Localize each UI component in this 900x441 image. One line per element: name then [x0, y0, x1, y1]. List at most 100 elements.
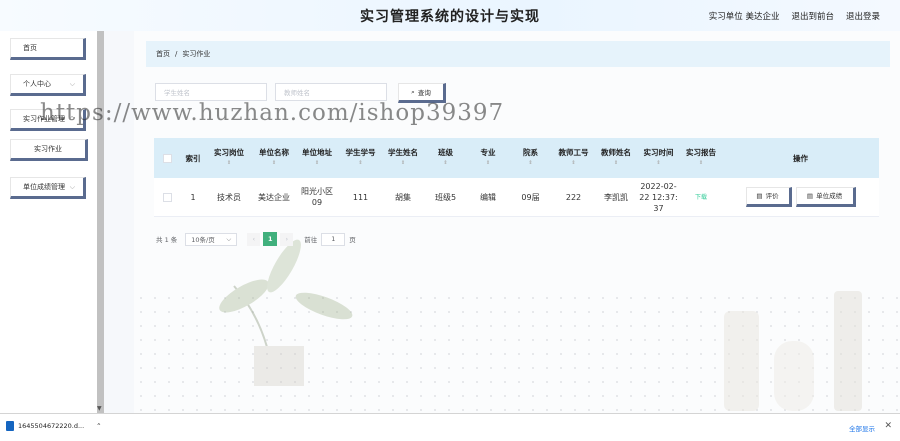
evaluate-button[interactable]: ▤ 评价 [745, 187, 792, 207]
current-page-button[interactable]: 1 [263, 232, 278, 246]
cell-address: 阳光小区09 [301, 187, 333, 207]
next-page-button[interactable]: › [280, 232, 294, 246]
main-panel: 首页 / 实习作业 学生姓名 教师姓名 ⌕ 查询 索引 实习岗位 ⇕ 单位名称 ⇕ … [134, 31, 900, 413]
top-bar: 实习管理系统的设计与实现 实习单位 美达企业 退出到前台 退出登录 [0, 0, 900, 32]
column-header-time[interactable]: 实习时间 ⇕ [637, 138, 680, 178]
column-header-student-no[interactable]: 学生学号 ⇕ [339, 138, 382, 178]
sort-icon[interactable]: ⇕ [486, 158, 490, 169]
page-unit-label: 页 [349, 236, 356, 244]
sidebar-scrollbar[interactable] [97, 31, 104, 413]
breadcrumb-home[interactable]: 首页 [156, 49, 170, 59]
column-label: 操作 [793, 153, 808, 163]
column-label: 学生姓名 [388, 148, 418, 157]
column-label: 专业 [480, 148, 496, 157]
select-all-checkbox[interactable] [163, 153, 172, 163]
sidebar-item-home[interactable]: 首页 [10, 38, 86, 60]
evaluate-button-label: 评价 [765, 191, 779, 200]
column-header-company[interactable]: 单位名称 ⇕ [253, 138, 295, 178]
column-header-actions: 操作 [722, 138, 879, 178]
column-header-position[interactable]: 实习岗位 ⇕ [205, 138, 253, 178]
teacher-name-input[interactable]: 教师姓名 [275, 83, 387, 101]
chevron-down-icon: ⌵ [69, 183, 75, 191]
goto-page-input[interactable]: 1 [321, 232, 346, 246]
page-size-select[interactable]: 10条/页 ⌵ [185, 232, 238, 246]
chevron-down-icon: ⌵ [226, 234, 232, 243]
search-icon: ⌕ [411, 87, 415, 96]
sidebar-item-homework[interactable]: 实习作业 [10, 139, 88, 161]
close-icon[interactable]: ✕ [884, 421, 892, 431]
column-label: 索引 [185, 153, 201, 163]
sort-icon[interactable]: ⇕ [656, 158, 660, 169]
column-label: 班级 [438, 148, 453, 157]
sort-icon[interactable]: ⇕ [699, 158, 703, 169]
vases-decoration [724, 291, 862, 411]
scroll-down-arrow-icon[interactable]: ▼ [97, 405, 102, 412]
download-bar: 1645504672220.d... ⌃ 全部显示 ✕ [0, 413, 900, 441]
content-area: 首页 / 实习作业 学生姓名 教师姓名 ⌕ 查询 索引 实习岗位 ⇕ 单位名称 ⇕ … [104, 31, 900, 413]
column-header-teacher-name[interactable]: 教师姓名 ⇕ [595, 138, 637, 178]
sort-icon[interactable]: ⇕ [272, 158, 276, 169]
column-label: 实习时间 [643, 148, 674, 157]
sort-icon[interactable]: ⇕ [528, 158, 532, 169]
document-icon: ▤ [806, 191, 814, 200]
column-header-class[interactable]: 班级 ⇕ [424, 138, 467, 178]
column-label: 学生学号 [345, 148, 376, 157]
cell-actions: ▤ 评价 ▤ 单位成绩 [722, 178, 879, 216]
column-label: 实习岗位 [214, 148, 244, 157]
column-header-teacher-no[interactable]: 教师工号 ⇕ [552, 138, 595, 178]
cell-teacher-no: 222 [565, 192, 582, 202]
downloaded-file[interactable]: 1645504672220.d... ⌃ [6, 421, 102, 431]
sort-icon[interactable]: ⇕ [401, 158, 405, 169]
file-icon [6, 421, 14, 431]
chevron-down-icon: ⌵ [69, 80, 75, 88]
sidebar-item-label: 首页 [23, 44, 37, 52]
cell-student-no: 111 [352, 192, 369, 202]
total-count: 共 1 条 [156, 236, 178, 244]
column-label: 院系 [523, 148, 538, 157]
row-checkbox[interactable] [163, 192, 172, 202]
breadcrumb-separator: / [175, 50, 178, 58]
download-report-link[interactable]: 下载 [695, 192, 707, 203]
row-select-cell [154, 178, 181, 216]
cell-time: 2022-02-22 12:37:37 [639, 181, 678, 213]
breadcrumb: 首页 / 实习作业 [146, 41, 890, 67]
table-row: 1 技术员 美达企业 阳光小区09 111 胡集 班级5 编辑 09届 222 … [154, 178, 879, 217]
column-header-index: 索引 [181, 138, 205, 178]
cell-position: 技术员 [217, 192, 241, 202]
sidebar-item-company-score[interactable]: 单位成绩管理 ⌵ [10, 177, 86, 199]
sort-icon[interactable]: ⇕ [571, 158, 575, 169]
sort-icon[interactable]: ⇕ [443, 158, 447, 169]
column-header-student-name[interactable]: 学生姓名 ⇕ [382, 138, 424, 178]
document-icon: ▤ [756, 191, 763, 200]
sidebar-item-label: 单位成绩管理 [23, 183, 65, 191]
sidebar-item-label: 个人中心 [23, 80, 51, 88]
column-header-address[interactable]: 单位地址 ⇕ [295, 138, 339, 178]
logout-link[interactable]: 退出登录 [846, 10, 880, 22]
show-all-downloads-link[interactable]: 全部显示 [849, 423, 875, 433]
top-nav: 实习单位 美达企业 退出到前台 退出登录 [709, 10, 880, 22]
column-header-department[interactable]: 院系 ⇕ [509, 138, 552, 178]
company-score-button[interactable]: ▤ 单位成绩 [795, 187, 856, 207]
cell-index: 1 [190, 192, 196, 202]
sort-icon[interactable]: ⇕ [315, 158, 319, 169]
cell-department: 09届 [521, 192, 540, 202]
homework-table: 索引 实习岗位 ⇕ 单位名称 ⇕ 单位地址 ⇕ 学生学号 ⇕ 学生姓名 ⇕ 班级 ⇕ 专业 ⇕… [154, 138, 879, 217]
column-header-report[interactable]: 实习报告 ⇕ [680, 138, 722, 178]
sort-icon[interactable]: ⇕ [614, 158, 618, 169]
column-header-major[interactable]: 专业 ⇕ [467, 138, 509, 178]
student-name-input[interactable]: 学生姓名 [155, 83, 267, 101]
sidebar-item-label: 实习作业 [34, 145, 62, 153]
company-score-button-label: 单位成绩 [816, 191, 843, 200]
company-user-link[interactable]: 实习单位 美达企业 [709, 10, 780, 22]
column-label: 实习报告 [686, 148, 716, 157]
sort-icon[interactable]: ⇕ [358, 158, 362, 169]
sort-icon[interactable]: ⇕ [227, 158, 231, 169]
prev-page-button[interactable]: ‹ [247, 232, 261, 246]
chevron-up-icon[interactable]: ⌃ [96, 422, 101, 430]
search-button-label: 查询 [417, 89, 431, 97]
column-label: 教师姓名 [601, 148, 631, 157]
cell-teacher-name: 李凯凯 [604, 192, 628, 202]
sidebar-item-personal-center[interactable]: 个人中心 ⌵ [10, 74, 86, 96]
cell-student-name: 胡集 [395, 192, 411, 202]
exit-to-frontend-link[interactable]: 退出到前台 [791, 10, 834, 22]
